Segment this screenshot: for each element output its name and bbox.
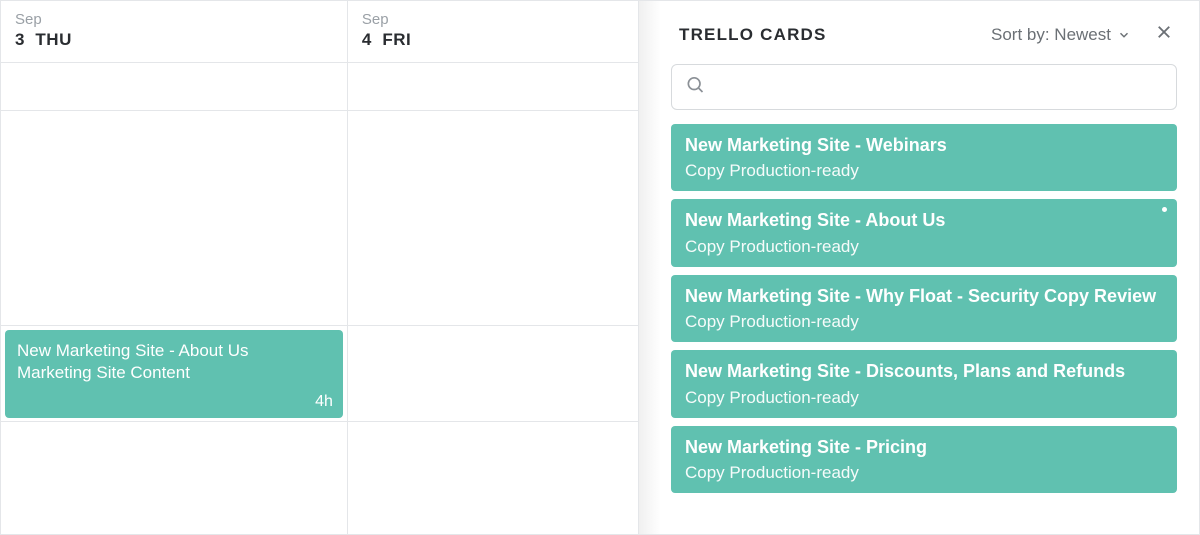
panel-header: TRELLO CARDS Sort by: Newest [661, 1, 1183, 64]
calendar-cell[interactable] [348, 111, 639, 327]
sort-label: Sort by: Newest [991, 25, 1111, 45]
trello-card[interactable]: New Marketing Site - Pricing Copy Produc… [671, 426, 1177, 493]
close-button[interactable] [1151, 19, 1177, 50]
calendar-cell[interactable] [1, 63, 348, 111]
calendar-row: New Marketing Site - About UsMarketing S… [1, 326, 639, 422]
calendar-header-row: Sep 3 THU Sep 4 FRI [1, 1, 639, 63]
chevron-down-icon [1117, 28, 1131, 42]
trello-card[interactable]: New Marketing Site - Webinars Copy Produ… [671, 124, 1177, 191]
card-subtitle: Copy Production-ready [685, 312, 1163, 332]
calendar-header-day: 4 FRI [362, 30, 624, 50]
sort-dropdown[interactable]: Sort by: Newest [991, 25, 1131, 45]
panel-shadow-separator [639, 1, 661, 534]
calendar-row [1, 63, 639, 111]
close-icon [1155, 23, 1173, 41]
search-field-wrap [671, 64, 1177, 110]
calendar-row [1, 111, 639, 327]
app-root: Sep 3 THU Sep 4 FRI New Marketing Site -… [0, 0, 1200, 535]
calendar-header-day: 3 THU [15, 30, 333, 50]
card-subtitle: Copy Production-ready [685, 388, 1163, 408]
calendar-cell[interactable] [348, 326, 639, 422]
search-icon [685, 75, 705, 100]
calendar-header-cell[interactable]: Sep 3 THU [1, 1, 348, 63]
card-title: New Marketing Site - Discounts, Plans an… [685, 360, 1163, 383]
calendar-cell[interactable] [1, 422, 348, 534]
search-input[interactable] [671, 64, 1177, 110]
calendar-header-month: Sep [15, 11, 333, 28]
card-subtitle: Copy Production-ready [685, 237, 1163, 257]
cards-list: New Marketing Site - Webinars Copy Produ… [661, 124, 1183, 493]
calendar-header-month: Sep [362, 11, 624, 28]
calendar-event-title: New Marketing Site - About UsMarketing S… [17, 340, 331, 383]
card-title: New Marketing Site - Why Float - Securit… [685, 285, 1163, 308]
trello-card[interactable]: New Marketing Site - Discounts, Plans an… [671, 350, 1177, 417]
calendar-cell[interactable] [348, 63, 639, 111]
card-subtitle: Copy Production-ready [685, 463, 1163, 483]
card-title: New Marketing Site - Webinars [685, 134, 1163, 157]
calendar-row [1, 422, 639, 534]
calendar-event[interactable]: New Marketing Site - About UsMarketing S… [5, 330, 343, 418]
calendar-cell[interactable]: New Marketing Site - About UsMarketing S… [1, 326, 348, 422]
side-panel: TRELLO CARDS Sort by: Newest New Marketi… [661, 1, 1199, 534]
calendar-cell[interactable] [1, 111, 348, 327]
calendar-header-cell[interactable]: Sep 4 FRI [348, 1, 639, 63]
calendar-grid: Sep 3 THU Sep 4 FRI New Marketing Site -… [1, 1, 639, 534]
calendar-event-duration: 4h [315, 392, 333, 412]
trello-card[interactable]: New Marketing Site - About Us Copy Produ… [671, 199, 1177, 266]
trello-card[interactable]: New Marketing Site - Why Float - Securit… [671, 275, 1177, 342]
card-subtitle: Copy Production-ready [685, 161, 1163, 181]
panel-title: TRELLO CARDS [679, 25, 991, 45]
card-indicator-dot [1162, 207, 1167, 212]
card-title: New Marketing Site - Pricing [685, 436, 1163, 459]
card-title: New Marketing Site - About Us [685, 209, 1163, 232]
calendar-cell[interactable] [348, 422, 639, 534]
